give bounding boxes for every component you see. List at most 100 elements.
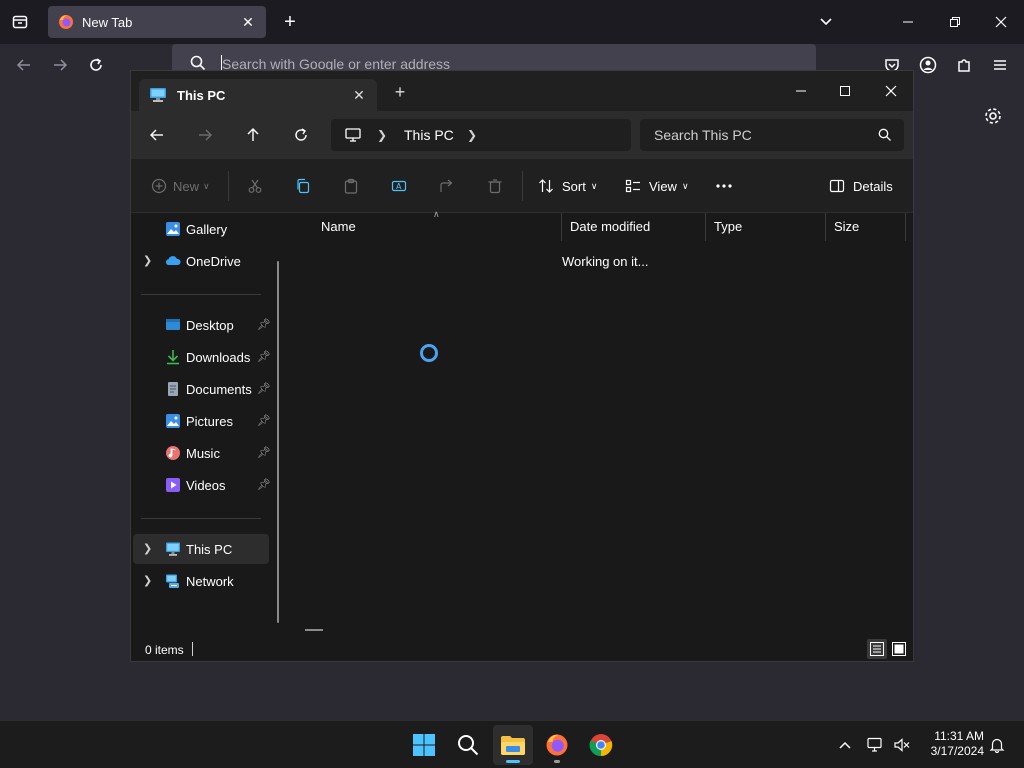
toolbar-divider xyxy=(522,171,523,201)
running-indicator xyxy=(554,760,560,763)
chevron-right-icon[interactable]: ❯ xyxy=(377,128,387,142)
sidebar-item-downloads[interactable]: Downloads 📌︎ xyxy=(133,342,271,372)
new-button[interactable]: New ∨ xyxy=(151,174,210,198)
view-button[interactable]: View ∨ xyxy=(625,174,689,198)
refresh-icon[interactable] xyxy=(291,125,311,145)
reload-icon[interactable] xyxy=(85,54,107,76)
network-icon xyxy=(166,574,179,588)
account-icon[interactable] xyxy=(917,54,939,76)
view-icon xyxy=(625,179,640,193)
search-field[interactable]: Search This PC xyxy=(640,119,904,151)
taskbar-chrome[interactable] xyxy=(581,725,621,765)
sidebar-item-gallery[interactable]: Gallery xyxy=(133,214,269,244)
extensions-icon[interactable] xyxy=(953,54,975,76)
add-tab-button[interactable]: + xyxy=(391,83,409,101)
copy-button[interactable] xyxy=(295,174,311,198)
pin-icon[interactable]: 📌︎ xyxy=(257,414,271,427)
show-hidden-icons-chevron-up-icon[interactable] xyxy=(835,735,855,755)
up-icon[interactable] xyxy=(243,125,263,145)
close-tab-icon[interactable]: ✕ xyxy=(351,87,367,104)
column-header-type[interactable]: Type xyxy=(706,213,826,241)
sidebar-item-music[interactable]: Music 📌︎ xyxy=(133,438,271,468)
notifications-bell-icon[interactable] xyxy=(987,735,1007,755)
explorer-tab-title: This PC xyxy=(177,87,226,103)
sidebar-item-this-pc[interactable]: ❯ This PC xyxy=(133,534,269,564)
forward-icon[interactable] xyxy=(195,125,215,145)
sidebar-label: Music xyxy=(186,446,220,461)
column-header-name[interactable]: Name xyxy=(313,213,562,241)
forward-icon[interactable] xyxy=(49,54,71,76)
pin-icon[interactable]: 📌︎ xyxy=(257,350,271,363)
explorer-nav-bar: ❯ This PC ❯ Search This PC xyxy=(131,111,913,159)
pin-icon[interactable]: 📌︎ xyxy=(257,318,271,331)
copy-icon xyxy=(297,178,310,194)
taskbar-firefox[interactable] xyxy=(537,725,577,765)
paste-button[interactable] xyxy=(343,174,359,198)
taskbar-search-button[interactable] xyxy=(448,725,488,765)
breadcrumb-this-pc[interactable]: This PC xyxy=(404,127,454,143)
restore-icon[interactable] xyxy=(945,12,965,32)
sidebar-item-documents[interactable]: Documents 📌︎ xyxy=(133,374,271,404)
customize-gear-icon[interactable] xyxy=(983,106,1003,126)
svg-text:A: A xyxy=(396,182,402,191)
taskbar-file-explorer[interactable] xyxy=(493,725,533,765)
chevron-right-icon[interactable]: ❯ xyxy=(143,574,152,587)
details-pane-button[interactable]: Details xyxy=(829,174,893,198)
chevron-right-icon[interactable]: ❯ xyxy=(143,254,152,267)
more-icon xyxy=(716,184,732,188)
pin-icon[interactable]: 📌︎ xyxy=(257,382,271,395)
column-header-date-modified[interactable]: Date modified xyxy=(562,213,706,241)
network-status-icon[interactable] xyxy=(866,735,886,755)
chevron-right-icon[interactable]: ❯ xyxy=(143,542,152,555)
pin-icon[interactable]: 📌︎ xyxy=(257,446,271,459)
rename-button[interactable]: A xyxy=(391,174,407,198)
chevron-right-icon[interactable]: ❯ xyxy=(467,128,477,142)
taskbar-clock[interactable]: 11:31 AM 3/17/2024 xyxy=(920,729,984,759)
share-button[interactable] xyxy=(439,174,455,198)
minimize-icon[interactable] xyxy=(898,12,918,32)
firefox-view-icon[interactable] xyxy=(10,12,30,32)
sidebar-item-videos[interactable]: Videos 📌︎ xyxy=(133,470,271,500)
start-button[interactable] xyxy=(404,725,444,765)
chrome-logo-icon xyxy=(589,734,613,757)
volume-muted-icon[interactable] xyxy=(892,735,912,755)
new-tab-button[interactable]: + xyxy=(280,12,300,32)
sidebar-item-pictures[interactable]: Pictures 📌︎ xyxy=(133,406,271,436)
details-view-button[interactable] xyxy=(867,639,887,659)
sidebar-label: This PC xyxy=(186,542,233,557)
sidebar-item-desktop[interactable]: Desktop 📌︎ xyxy=(133,310,271,340)
close-window-icon[interactable] xyxy=(879,79,903,103)
folder-icon xyxy=(501,736,525,755)
back-icon[interactable] xyxy=(13,54,35,76)
details-pane-icon xyxy=(829,179,845,193)
firefox-logo-icon xyxy=(546,734,568,756)
sidebar-item-network[interactable]: ❯ Network xyxy=(133,566,269,596)
cut-button[interactable] xyxy=(247,174,263,198)
address-bar[interactable]: ❯ This PC ❯ xyxy=(331,119,631,151)
explorer-tab-this-pc[interactable]: This PC ✕ xyxy=(139,79,377,111)
firefox-tab-new-tab[interactable]: New Tab ✕ xyxy=(48,6,266,38)
onedrive-icon xyxy=(165,256,181,265)
item-count: 0 items xyxy=(145,643,184,657)
maximize-icon[interactable] xyxy=(833,79,857,103)
toolbar-divider xyxy=(228,171,229,201)
see-more-button[interactable] xyxy=(715,174,733,198)
close-tab-icon[interactable]: ✕ xyxy=(240,14,256,31)
close-window-icon[interactable] xyxy=(991,12,1011,32)
music-icon xyxy=(166,446,180,460)
pin-icon[interactable]: 📌︎ xyxy=(257,478,271,491)
column-header-size[interactable]: Size xyxy=(826,213,906,241)
file-list: ∧ Name Date modified Type Size Working o… xyxy=(289,209,913,637)
list-all-tabs-icon[interactable] xyxy=(816,12,836,32)
sidebar-item-onedrive[interactable]: ❯ OneDrive xyxy=(133,246,269,276)
horizontal-scrollbar[interactable] xyxy=(305,629,323,631)
search-icon xyxy=(878,128,891,141)
navigation-pane-scrollbar[interactable] xyxy=(277,261,279,623)
pictures-icon xyxy=(166,414,180,428)
delete-button[interactable] xyxy=(487,174,503,198)
back-icon[interactable] xyxy=(147,125,167,145)
sort-button[interactable]: Sort ∨ xyxy=(538,174,597,198)
large-icons-view-button[interactable] xyxy=(889,639,909,659)
menu-icon[interactable] xyxy=(989,54,1011,76)
minimize-icon[interactable] xyxy=(789,79,813,103)
